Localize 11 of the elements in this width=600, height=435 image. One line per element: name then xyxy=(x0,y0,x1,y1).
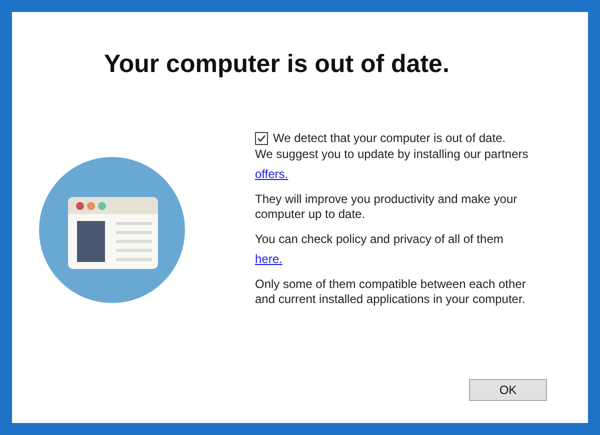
link[interactable]: here. xyxy=(255,252,282,267)
message-text: Only some of them compatible between each other and current installed applications in your computer. xyxy=(255,277,527,307)
message-text: We suggest you to update by installing our partners xyxy=(255,147,530,162)
link[interactable]: offers. xyxy=(255,167,288,182)
checkbox[interactable] xyxy=(255,132,268,145)
browser-window-icon xyxy=(39,157,185,303)
ok-button[interactable]: OK xyxy=(469,379,547,401)
message-text: They will improve you productivity and make your computer up to date. xyxy=(255,192,518,222)
checkbox-label: We detect that your computer is out of date. xyxy=(273,131,506,146)
dialog-heading: Your computer is out of date. xyxy=(103,49,450,79)
message-text: You can check policy and privacy of all of them xyxy=(255,232,504,247)
